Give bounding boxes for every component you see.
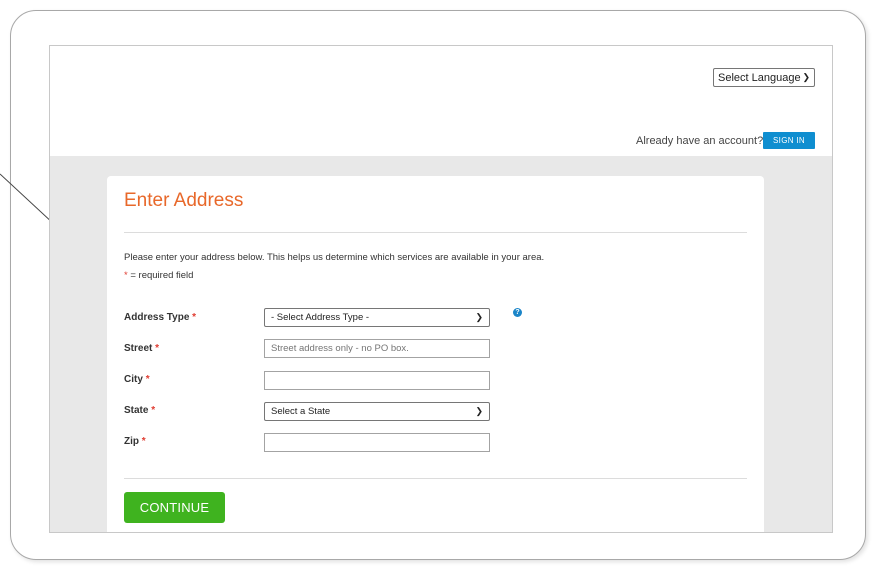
address-type-value: - Select Address Type - — [271, 312, 370, 323]
page-title: Enter Address — [124, 190, 244, 211]
intro-text: Please enter your address below. This he… — [124, 252, 545, 263]
account-prompt: Already have an account? — [636, 135, 764, 147]
state-value: Select a State — [271, 406, 331, 417]
street-input[interactable]: Street address only - no PO box. — [264, 339, 490, 358]
state-label: State * — [124, 405, 156, 416]
required-note-text: = required field — [127, 270, 194, 281]
chevron-down-icon: ❯ — [802, 72, 810, 82]
street-placeholder: Street address only - no PO box. — [271, 343, 409, 354]
state-select[interactable]: Select a State ❯ — [264, 402, 490, 421]
address-type-select[interactable]: - Select Address Type - ❯ — [264, 308, 490, 327]
browser-screen: Select Language ❯ Already have an accoun… — [49, 45, 833, 533]
sign-in-button[interactable]: SIGN IN — [763, 132, 815, 149]
form-divider — [124, 478, 747, 479]
city-input[interactable] — [264, 371, 490, 390]
zip-input[interactable] — [264, 433, 490, 452]
required-note: * = required field — [124, 270, 193, 281]
street-label: Street * — [124, 343, 160, 354]
help-circle-icon[interactable]: ? — [513, 308, 522, 317]
language-select[interactable]: Select Language ❯ — [713, 68, 815, 87]
city-label: City * — [124, 374, 150, 385]
chevron-down-icon: ❯ — [475, 312, 483, 322]
address-type-label: Address Type * — [124, 312, 197, 323]
continue-button[interactable]: CONTINUE — [124, 492, 225, 523]
address-form-card: Enter Address Please enter your address … — [107, 176, 764, 532]
chevron-down-icon: ❯ — [475, 406, 483, 416]
zip-label: Zip * — [124, 436, 146, 447]
title-divider — [124, 232, 747, 233]
language-select-value: Select Language — [718, 71, 801, 84]
